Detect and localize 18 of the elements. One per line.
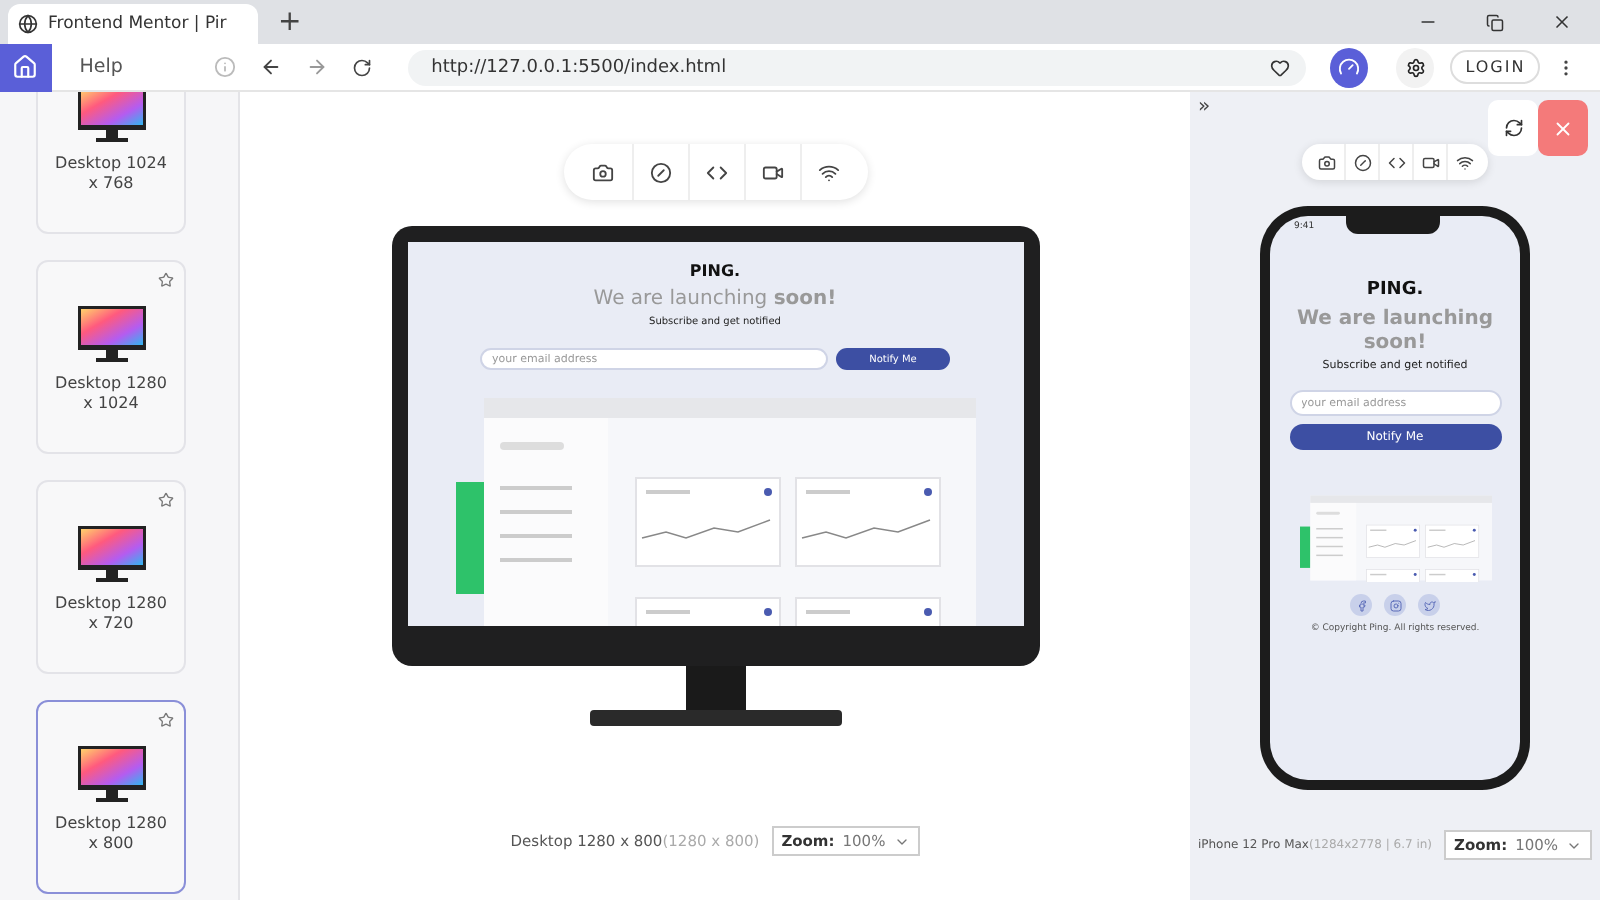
site-logo: PING. bbox=[1366, 280, 1424, 300]
login-button[interactable]: LOGIN bbox=[1450, 50, 1540, 84]
site-headline: We are launching soon! bbox=[1295, 308, 1495, 354]
device-label: Desktop 1280 x 1024 bbox=[53, 374, 169, 416]
device-card[interactable]: Desktop 1280 x 1024 bbox=[36, 260, 186, 454]
url-field[interactable]: http://127.0.0.1:5500/index.html bbox=[407, 49, 1307, 85]
device-label: Desktop 1280 x 720 bbox=[53, 594, 169, 636]
site-logo: PING. bbox=[689, 262, 741, 280]
device-card[interactable]: Desktop 1280 x 800 bbox=[36, 700, 186, 894]
new-tab-button[interactable]: + bbox=[278, 6, 302, 38]
device-card[interactable]: Desktop 1280 x 720 bbox=[36, 480, 186, 674]
browser-tab[interactable]: Frontend Mentor | Pir bbox=[8, 4, 258, 44]
device-label: Desktop 1024 x 768 bbox=[53, 154, 169, 196]
help-link[interactable]: Help bbox=[79, 56, 214, 78]
device-label: Desktop 1280 x 800 bbox=[53, 814, 169, 856]
expand-toggle[interactable]: » bbox=[1198, 96, 1211, 118]
device-card[interactable]: Desktop 1024 x 768 bbox=[36, 92, 186, 234]
site-headline: We are launching soon! bbox=[593, 288, 837, 310]
